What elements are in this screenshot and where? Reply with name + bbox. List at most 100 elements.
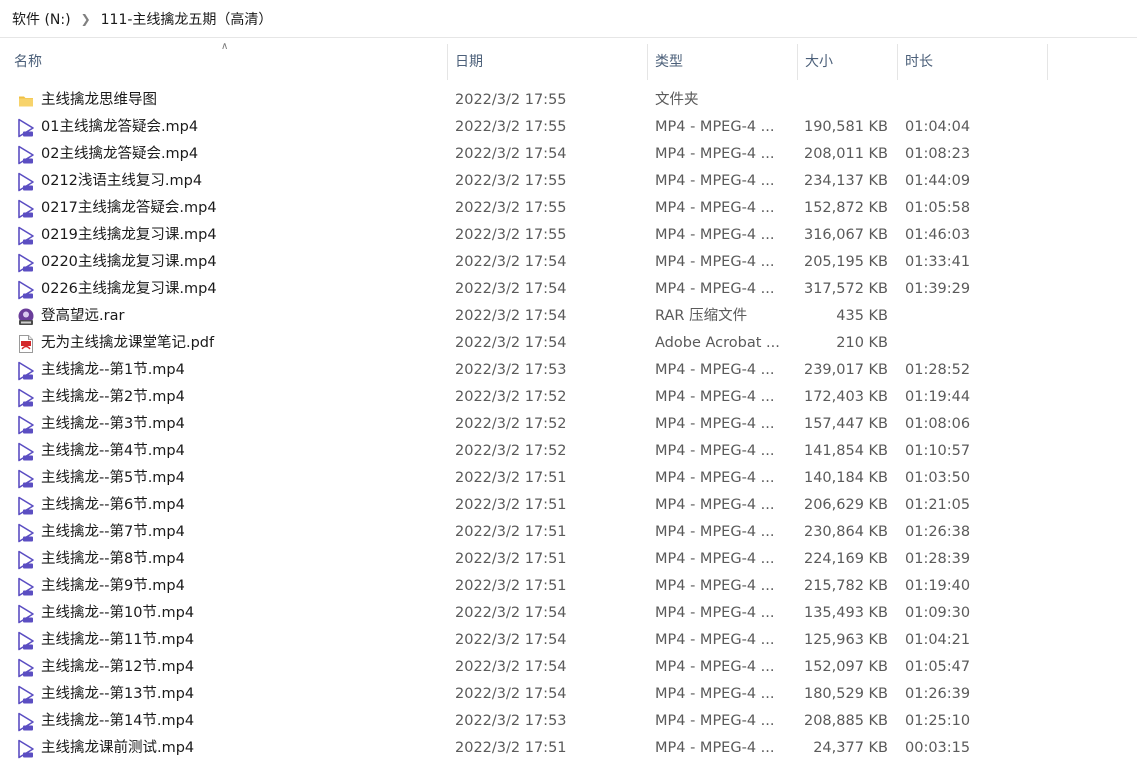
- breadcrumb-folder[interactable]: 111-主线擒龙五期（高清）: [97, 9, 277, 29]
- file-duration: 00:03:15: [905, 740, 971, 756]
- file-type: MP4 - MPEG-4 ...: [655, 389, 775, 405]
- file-duration: 01:10:57: [905, 443, 971, 459]
- file-row[interactable]: 主线擒龙--第8节.mp4 2022/3/2 17:51 MP4 - MPEG-4 …: [0, 546, 1137, 573]
- column-header-date-label: 日期: [455, 54, 483, 70]
- file-name: 0217主线擒龙答疑会.mp4: [41, 200, 217, 216]
- file-type: MP4 - MPEG-4 ...: [655, 200, 775, 216]
- file-size: 24,377 KB: [813, 740, 888, 756]
- column-header-duration[interactable]: 时长: [898, 44, 1048, 80]
- column-header-type-label: 类型: [655, 54, 683, 70]
- file-date: 2022/3/2 17:54: [455, 146, 567, 162]
- column-header-type[interactable]: 类型: [648, 44, 798, 80]
- file-type: MP4 - MPEG-4 ...: [655, 632, 775, 648]
- file-row[interactable]: 主线擒龙--第11节.mp4 2022/3/2 17:54 MP4 - MPEG-4…: [0, 627, 1137, 654]
- file-duration: 01:04:21: [905, 632, 971, 648]
- file-duration: 01:08:06: [905, 416, 971, 432]
- file-size: 152,097 KB: [803, 659, 888, 675]
- video-file-icon: [15, 411, 37, 438]
- file-date: 2022/3/2 17:54: [455, 335, 567, 351]
- file-size: 157,447 KB: [803, 416, 888, 432]
- file-type: 文件夹: [655, 92, 699, 108]
- file-size: 208,885 KB: [803, 713, 888, 729]
- file-size: 172,403 KB: [803, 389, 888, 405]
- video-file-icon: [15, 492, 37, 519]
- file-row[interactable]: 主线擒龙--第7节.mp4 2022/3/2 17:51 MP4 - MPEG-4 …: [0, 519, 1137, 546]
- file-row[interactable]: 主线擒龙--第3节.mp4 2022/3/2 17:52 MP4 - MPEG-4 …: [0, 411, 1137, 438]
- file-name: 主线擒龙--第9节.mp4: [41, 578, 185, 594]
- file-row[interactable]: 主线擒龙--第5节.mp4 2022/3/2 17:51 MP4 - MPEG-4 …: [0, 465, 1137, 492]
- column-header-duration-label: 时长: [905, 54, 933, 70]
- file-row[interactable]: 主线擒龙--第10节.mp4 2022/3/2 17:54 MP4 - MPEG-4…: [0, 600, 1137, 627]
- file-duration: 01:25:10: [905, 713, 971, 729]
- video-file-icon: [15, 600, 37, 627]
- file-name: 主线擒龙--第13节.mp4: [41, 686, 195, 702]
- file-row[interactable]: 无为主线擒龙课堂笔记.pdf 2022/3/2 17:54 Adobe Acroba…: [0, 330, 1137, 357]
- file-row[interactable]: 登高望远.rar 2022/3/2 17:54 RAR 压缩文件 435 KB: [0, 303, 1137, 330]
- file-row[interactable]: 主线擒龙思维导图 2022/3/2 17:55 文件夹: [0, 87, 1137, 114]
- file-row[interactable]: 主线擒龙--第9节.mp4 2022/3/2 17:51 MP4 - MPEG-4 …: [0, 573, 1137, 600]
- video-file-icon: [15, 168, 37, 195]
- file-type: MP4 - MPEG-4 ...: [655, 227, 775, 243]
- file-date: 2022/3/2 17:51: [455, 470, 567, 486]
- file-row[interactable]: 主线擒龙--第2节.mp4 2022/3/2 17:52 MP4 - MPEG-4 …: [0, 384, 1137, 411]
- file-duration: 01:26:38: [905, 524, 971, 540]
- file-duration: [905, 87, 1025, 114]
- file-size: 317,572 KB: [803, 281, 888, 297]
- column-header-name[interactable]: 名称 ∧: [0, 41, 448, 80]
- file-size: 234,137 KB: [803, 173, 888, 189]
- file-row[interactable]: 0212浅语主线复习.mp4 2022/3/2 17:55 MP4 - MPEG-4…: [0, 168, 1137, 195]
- file-date: 2022/3/2 17:52: [455, 416, 567, 432]
- file-row[interactable]: 0219主线擒龙复习课.mp4 2022/3/2 17:55 MP4 - MPEG-…: [0, 222, 1137, 249]
- file-row[interactable]: 主线擒龙--第4节.mp4 2022/3/2 17:52 MP4 - MPEG-4 …: [0, 438, 1137, 465]
- file-row[interactable]: 02主线擒龙答疑会.mp4 2022/3/2 17:54 MP4 - MPEG-4 …: [0, 141, 1137, 168]
- file-date: 2022/3/2 17:55: [455, 227, 567, 243]
- video-file-icon: [15, 384, 37, 411]
- file-row[interactable]: 主线擒龙--第14节.mp4 2022/3/2 17:53 MP4 - MPEG-4…: [0, 708, 1137, 735]
- video-file-icon: [15, 627, 37, 654]
- file-duration: 01:03:50: [905, 470, 971, 486]
- file-row[interactable]: 主线擒龙--第13节.mp4 2022/3/2 17:54 MP4 - MPEG-4…: [0, 681, 1137, 708]
- file-type: MP4 - MPEG-4 ...: [655, 416, 775, 432]
- file-type: MP4 - MPEG-4 ...: [655, 713, 775, 729]
- video-file-icon: [15, 222, 37, 249]
- file-date: 2022/3/2 17:54: [455, 308, 567, 324]
- file-name: 0219主线擒龙复习课.mp4: [41, 227, 217, 243]
- video-file-icon: [15, 249, 37, 276]
- file-date: 2022/3/2 17:52: [455, 443, 567, 459]
- file-list: 主线擒龙思维导图 2022/3/2 17:55 文件夹 01主线擒龙答疑会.mp4 20…: [0, 87, 1137, 762]
- file-date: 2022/3/2 17:55: [455, 173, 567, 189]
- file-name: 主线擒龙--第8节.mp4: [41, 551, 185, 567]
- file-duration: 01:05:58: [905, 200, 971, 216]
- file-name: 0226主线擒龙复习课.mp4: [41, 281, 217, 297]
- file-row[interactable]: 主线擒龙课前测试.mp4 2022/3/2 17:51 MP4 - MPEG-4 .…: [0, 735, 1137, 762]
- file-row[interactable]: 01主线擒龙答疑会.mp4 2022/3/2 17:55 MP4 - MPEG-4 …: [0, 114, 1137, 141]
- file-type: MP4 - MPEG-4 ...: [655, 578, 775, 594]
- chevron-right-icon[interactable]: ❯: [75, 12, 97, 26]
- file-row[interactable]: 主线擒龙--第12节.mp4 2022/3/2 17:54 MP4 - MPEG-4…: [0, 654, 1137, 681]
- file-duration: 01:44:09: [905, 173, 971, 189]
- file-size: 435 KB: [836, 308, 888, 324]
- file-row[interactable]: 主线擒龙--第6节.mp4 2022/3/2 17:51 MP4 - MPEG-4 …: [0, 492, 1137, 519]
- file-name: 主线擒龙课前测试.mp4: [41, 740, 195, 756]
- file-row[interactable]: 0217主线擒龙答疑会.mp4 2022/3/2 17:55 MP4 - MPEG-…: [0, 195, 1137, 222]
- column-header-name-label: 名称: [14, 54, 42, 70]
- file-date: 2022/3/2 17:55: [455, 92, 567, 108]
- file-row[interactable]: 0220主线擒龙复习课.mp4 2022/3/2 17:54 MP4 - MPEG-…: [0, 249, 1137, 276]
- file-date: 2022/3/2 17:51: [455, 551, 567, 567]
- file-row[interactable]: 0226主线擒龙复习课.mp4 2022/3/2 17:54 MP4 - MPEG-…: [0, 276, 1137, 303]
- file-type: MP4 - MPEG-4 ...: [655, 551, 775, 567]
- file-duration: 01:08:23: [905, 146, 971, 162]
- file-type: MP4 - MPEG-4 ...: [655, 659, 775, 675]
- file-name: 0220主线擒龙复习课.mp4: [41, 254, 217, 270]
- file-duration: 01:26:39: [905, 686, 971, 702]
- column-header-date[interactable]: 日期: [448, 44, 648, 80]
- column-header-size[interactable]: 大小: [798, 44, 898, 80]
- breadcrumb-drive[interactable]: 软件 (N:): [8, 9, 75, 29]
- file-type: MP4 - MPEG-4 ...: [655, 443, 775, 459]
- sort-ascending-icon: ∧: [221, 41, 229, 52]
- file-name: 主线擒龙--第5节.mp4: [41, 470, 185, 486]
- file-name: 02主线擒龙答疑会.mp4: [41, 146, 199, 162]
- column-header-size-label: 大小: [805, 54, 833, 70]
- file-row[interactable]: 主线擒龙--第1节.mp4 2022/3/2 17:53 MP4 - MPEG-4 …: [0, 357, 1137, 384]
- file-duration: [905, 330, 1025, 357]
